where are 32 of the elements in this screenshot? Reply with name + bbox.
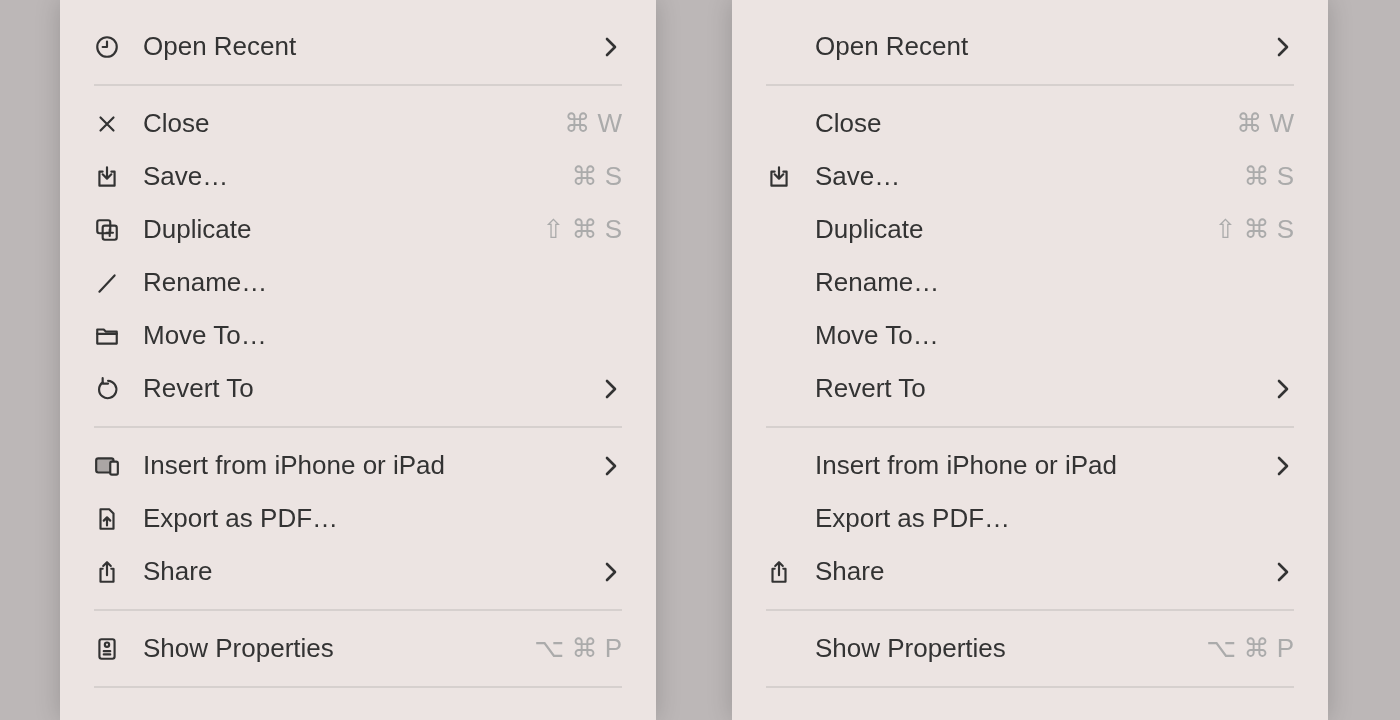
menu-item[interactable]: Revert To (766, 362, 1294, 415)
menu-item[interactable]: Rename… (766, 256, 1294, 309)
menu-item[interactable]: Share (766, 545, 1294, 598)
menu-item[interactable]: Close ⌘ W (766, 97, 1294, 150)
menu-item[interactable]: Move To… (94, 309, 622, 362)
menu-item[interactable]: Share (94, 545, 622, 598)
shortcut-label: ⌥ ⌘ P (1206, 633, 1294, 664)
menu-item[interactable]: Save… ⌘ S (766, 150, 1294, 203)
shortcut-label: ⌘ S (1243, 161, 1294, 192)
menu-item[interactable]: Close ⌘ W (94, 97, 622, 150)
menu-item[interactable]: Show Properties ⌥ ⌘ P (94, 622, 622, 675)
menu-item[interactable]: Duplicate ⇧ ⌘ S (94, 203, 622, 256)
menu-item[interactable]: Move To… (766, 309, 1294, 362)
menu-item[interactable]: Export as PDF… (94, 492, 622, 545)
shortcut-label: ⌘ S (571, 161, 622, 192)
menu-item[interactable]: Show Properties ⌥ ⌘ P (766, 622, 1294, 675)
menu-item[interactable]: Insert from iPhone or iPad (766, 439, 1294, 492)
menu-item[interactable]: Open Recent (94, 20, 622, 73)
menu-item[interactable]: Save… ⌘ S (94, 150, 622, 203)
duplicate-icon (94, 216, 120, 243)
menu-item[interactable]: Insert from iPhone or iPad (94, 439, 622, 492)
shortcut-label: ⇧ ⌘ S (542, 214, 622, 245)
shortcut-label: ⇧ ⌘ S (1214, 214, 1294, 245)
menu-item[interactable]: Duplicate ⇧ ⌘ S (766, 203, 1294, 256)
menu-item[interactable]: Rename… (94, 256, 622, 309)
menu-item[interactable]: Open Recent (766, 20, 1294, 73)
clock-icon (94, 33, 120, 60)
shortcut-label: ⌥ ⌘ P (534, 633, 622, 664)
shortcut-label: ⌘ W (564, 108, 622, 139)
shortcut-label: ⌘ W (1236, 108, 1294, 139)
menu-item[interactable]: Revert To (94, 362, 622, 415)
menu-item[interactable]: Export as PDF… (766, 492, 1294, 545)
